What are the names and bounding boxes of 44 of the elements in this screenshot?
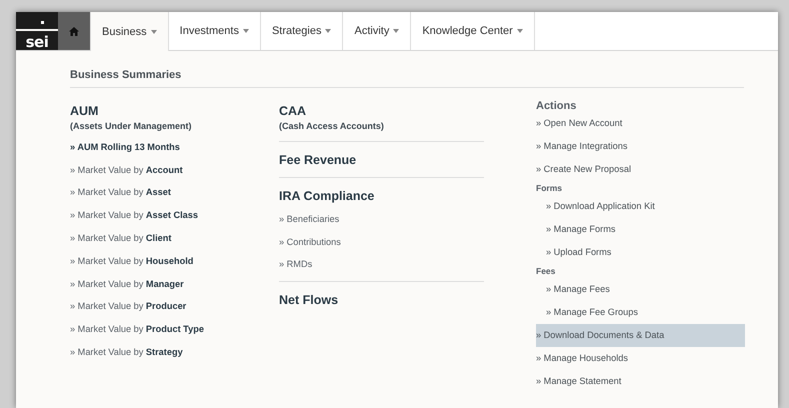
action-link[interactable]: » Upload Forms — [536, 241, 745, 264]
section-title: Fee Revenue — [279, 153, 358, 167]
caret-icon — [242, 29, 249, 33]
section-heading: Forms — [536, 182, 563, 195]
report-link[interactable]: » Market Value by Product Type — [70, 323, 279, 336]
action-link[interactable]: » Open New Account — [536, 112, 745, 135]
action-link[interactable]: » Manage Integrations — [536, 135, 745, 158]
home-icon — [69, 26, 79, 36]
report-link[interactable]: » Market Value by Producer — [70, 300, 279, 314]
report-link[interactable]: » Market Value by Manager — [70, 278, 279, 291]
page-title: Business Summaries — [70, 69, 744, 88]
action-link[interactable]: » Create New Proposal — [536, 158, 745, 181]
report-link[interactable]: » Market Value by Asset — [70, 186, 279, 200]
caret-icon — [516, 29, 523, 33]
action-link[interactable]: » Download Application Kit — [536, 195, 745, 218]
section-subtitle: (Assets Under Management) — [70, 121, 193, 131]
report-link[interactable]: » Market Value by Household — [70, 254, 279, 268]
caret-icon — [150, 30, 157, 34]
report-link[interactable]: » AUM Rolling 13 Months — [70, 140, 279, 154]
action-link[interactable]: » Manage Fees — [536, 278, 745, 301]
report-link[interactable]: » Market Value by Strategy — [70, 346, 279, 359]
nav-tab[interactable]: Business — [90, 12, 169, 51]
home-button[interactable] — [58, 12, 90, 50]
caret-icon — [325, 29, 332, 33]
section-title: AUM — [70, 104, 100, 118]
logo: sei — [16, 12, 58, 50]
section-title: Actions — [536, 100, 578, 112]
section-subtitle: (Cash Access Accounts) — [279, 121, 385, 131]
report-link[interactable]: » Market Value by Asset Class — [70, 209, 279, 222]
report-link[interactable]: » RMDs — [279, 258, 484, 272]
section-heading: Fees — [536, 265, 556, 278]
section-title: CAA — [279, 104, 308, 118]
section-title: IRA Compliance — [279, 189, 376, 203]
action-link[interactable]: » Manage Forms — [536, 218, 745, 241]
action-link[interactable]: » Download Documents & Data — [536, 324, 745, 347]
action-link[interactable]: » Manage Statement — [536, 370, 745, 393]
caret-icon — [393, 29, 400, 33]
report-link[interactable]: » Contributions — [279, 236, 484, 249]
action-link[interactable]: » Manage Households — [536, 347, 745, 370]
section-title: Net Flows — [279, 293, 340, 308]
report-link[interactable]: » Beneficiaries — [279, 212, 484, 226]
report-link[interactable]: » Market Value by Account — [70, 164, 279, 177]
report-link[interactable]: » Market Value by Client — [70, 232, 279, 245]
action-link[interactable]: » Manage Fee Groups — [536, 301, 745, 324]
